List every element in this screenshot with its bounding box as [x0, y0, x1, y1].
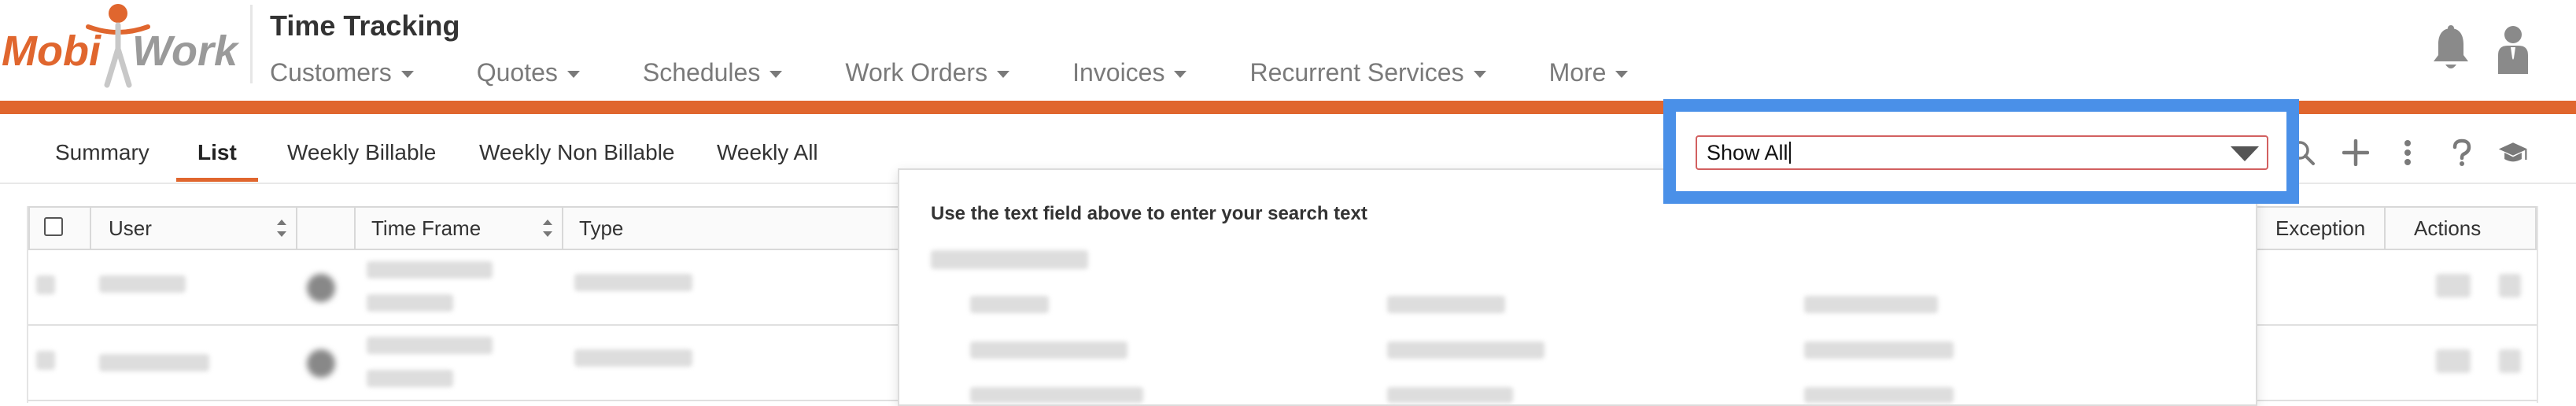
nav-label: More — [1548, 57, 1607, 87]
nav-recurrent-services[interactable]: Recurrent Services — [1249, 57, 1486, 88]
help-icon[interactable] — [2446, 135, 2478, 170]
nav-label: Work Orders — [845, 57, 988, 87]
nav-more[interactable]: More — [1549, 57, 1629, 88]
app-header: Mobi Work Time Tracking Customers Quotes… — [0, 0, 2576, 101]
row-placeholder — [367, 261, 493, 279]
chevron-down-icon — [1615, 70, 1629, 78]
option-placeholder[interactable] — [970, 387, 1143, 403]
nav-label: Recurrent Services — [1249, 57, 1464, 87]
row-action-button[interactable] — [2499, 349, 2521, 373]
column-actions: Actions — [2386, 208, 2535, 249]
tab-weekly-billable[interactable]: Weekly Billable — [287, 140, 436, 165]
nav-quotes[interactable]: Quotes — [477, 57, 580, 88]
nav-label: Customers — [270, 57, 392, 87]
plus-icon[interactable] — [2340, 135, 2371, 170]
column-label: Actions — [2414, 216, 2482, 240]
row-placeholder — [99, 275, 186, 293]
row-checkbox[interactable] — [36, 351, 55, 370]
nav-invoices[interactable]: Invoices — [1072, 57, 1187, 88]
nav-schedules[interactable]: Schedules — [642, 57, 783, 88]
tab-summary[interactable]: Summary — [55, 140, 149, 165]
nav-customers[interactable]: Customers — [270, 57, 414, 88]
text-cursor — [1788, 142, 1791, 164]
svg-text:Mobi: Mobi — [2, 28, 101, 75]
option-placeholder[interactable] — [1804, 296, 1938, 313]
row-placeholder — [574, 274, 692, 291]
option-placeholder[interactable] — [1804, 341, 1954, 359]
filter-select-value: Show All — [1707, 141, 1788, 164]
row-placeholder — [574, 349, 692, 367]
tab-weekly-non-billable[interactable]: Weekly Non Billable — [479, 140, 675, 165]
column-label: Type — [579, 216, 624, 240]
column-label: Exception — [2275, 216, 2366, 240]
chevron-down-icon — [1473, 70, 1486, 78]
option-group-placeholder — [931, 250, 1088, 269]
tab-list[interactable]: List — [197, 140, 237, 165]
option-placeholder[interactable] — [970, 341, 1127, 359]
page-title: Time Tracking — [270, 9, 460, 42]
active-tab-indicator — [176, 178, 258, 182]
row-placeholder — [99, 354, 209, 371]
option-placeholder[interactable] — [1387, 341, 1544, 359]
column-label: Time Frame — [371, 216, 482, 240]
mobiwork-logo[interactable]: Mobi Work — [0, 0, 244, 88]
main-nav: Customers Quotes Schedules Work Orders I… — [270, 57, 1691, 88]
header-divider — [250, 5, 253, 83]
row-placeholder — [367, 294, 453, 312]
avatar — [307, 274, 335, 302]
column-label: User — [109, 216, 152, 240]
sort-icon[interactable] — [543, 220, 552, 237]
avatar — [307, 349, 335, 378]
column-avatar — [297, 208, 356, 249]
chevron-down-icon — [997, 70, 1010, 78]
search-hint-text: Use the text field above to enter your s… — [931, 203, 1367, 224]
option-placeholder[interactable] — [970, 296, 1049, 313]
nav-label: Quotes — [476, 57, 558, 87]
row-checkbox[interactable] — [36, 275, 55, 294]
dropdown-arrow-icon[interactable] — [2231, 146, 2259, 161]
nav-label: Schedules — [642, 57, 761, 87]
search-dropdown-panel: Use the text field above to enter your s… — [898, 168, 2257, 406]
select-all-checkbox[interactable] — [44, 217, 63, 236]
tab-weekly-all[interactable]: Weekly All — [717, 140, 818, 165]
row-action-button[interactable] — [2499, 274, 2521, 297]
svg-text:Work: Work — [132, 28, 240, 75]
chevron-down-icon — [566, 70, 580, 78]
bell-icon[interactable] — [2431, 25, 2471, 74]
column-type[interactable]: Type — [563, 208, 902, 249]
column-user[interactable]: User — [91, 208, 297, 249]
graduation-cap-icon[interactable] — [2497, 135, 2529, 170]
filter-select[interactable]: Show All — [1696, 135, 2268, 170]
chevron-down-icon — [769, 70, 783, 78]
option-placeholder[interactable] — [1804, 387, 1954, 403]
chevron-down-icon — [1174, 70, 1187, 78]
option-placeholder[interactable] — [1387, 387, 1513, 403]
nav-label: Invoices — [1072, 57, 1165, 87]
nav-work-orders[interactable]: Work Orders — [845, 57, 1010, 88]
row-action-button[interactable] — [2436, 349, 2471, 373]
row-action-button[interactable] — [2436, 274, 2471, 297]
more-vertical-icon[interactable] — [2392, 135, 2423, 170]
row-placeholder — [367, 337, 493, 354]
user-icon[interactable] — [2495, 24, 2531, 76]
column-time-frame[interactable]: Time Frame — [356, 208, 563, 249]
row-placeholder — [367, 370, 453, 387]
select-all-cell — [30, 208, 91, 249]
sort-icon[interactable] — [277, 220, 286, 237]
column-exception[interactable]: Exception — [2260, 208, 2386, 249]
option-placeholder[interactable] — [1387, 296, 1505, 313]
chevron-down-icon — [400, 70, 414, 78]
